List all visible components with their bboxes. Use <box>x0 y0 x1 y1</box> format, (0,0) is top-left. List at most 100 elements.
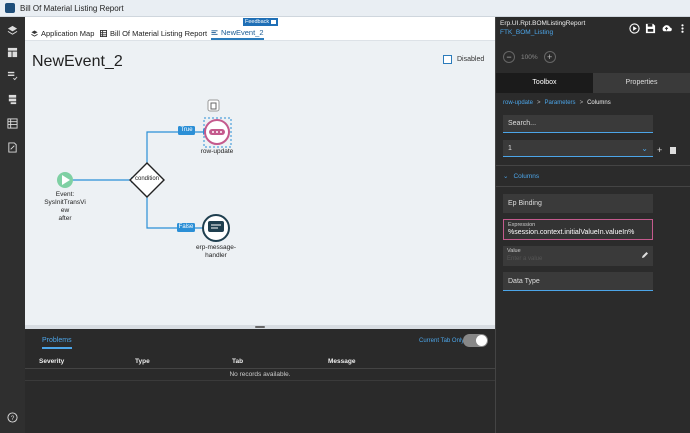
false-label: False <box>178 224 194 230</box>
feedback-label: Feedback <box>245 19 270 25</box>
true-label: True <box>180 127 193 133</box>
handler-label: erp-message- handler <box>190 244 242 260</box>
condition-label: condition <box>134 176 160 182</box>
column-severity[interactable]: Severity <box>39 358 64 365</box>
panel-title: Erp.UI.Rpt.BOMListingReport <box>500 20 586 27</box>
section-label: Columns <box>513 172 540 180</box>
tab-application-map[interactable]: Application Map <box>31 27 94 40</box>
zoom-out-button[interactable]: − <box>503 51 515 63</box>
zoom-value: 100% <box>521 53 538 61</box>
document-tabs: Application Map Bill Of Material Listing… <box>25 17 495 41</box>
value-placeholder: Enter a value <box>507 256 543 262</box>
layers-icon[interactable] <box>7 25 18 36</box>
breadcrumb-columns: Columns <box>587 100 611 106</box>
label-line: ew <box>60 207 70 214</box>
label-line: Event: <box>55 191 75 198</box>
column-tab[interactable]: Tab <box>232 358 243 365</box>
dot <box>216 131 218 133</box>
select-actions: + <box>657 145 677 155</box>
panel-header: Erp.UI.Rpt.BOMListingReport FTK_BOM_List… <box>496 17 690 41</box>
tab-label: NewEvent_2 <box>221 28 264 37</box>
zoom-in-button[interactable]: + <box>543 51 556 63</box>
comment-icon <box>271 20 277 24</box>
search-input[interactable]: Search... <box>503 115 653 133</box>
data-type-field[interactable]: Data Type <box>503 272 653 291</box>
label-line: after <box>58 215 72 222</box>
message-icon <box>208 221 224 232</box>
tab-label: Application Map <box>41 29 95 38</box>
expression-value[interactable]: %session.context.initialValueIn.valueIn% <box>508 229 648 236</box>
chevron-down-icon: ⌄ <box>503 173 509 180</box>
grid-icon <box>100 30 107 37</box>
save-icon[interactable] <box>645 23 656 34</box>
breadcrumb-separator: > <box>579 100 584 106</box>
chevron-down-icon: ⌄ <box>641 143 648 153</box>
expression-field[interactable]: Expression %session.context.initialValue… <box>503 219 653 240</box>
run-icon[interactable] <box>629 23 640 34</box>
window-title: Bill Of Material Listing Report <box>20 3 124 13</box>
tab-label: Bill Of Material Listing Report <box>110 29 208 38</box>
row-update-label: row-update <box>200 148 234 155</box>
tab-bom-listing-report[interactable]: Bill Of Material Listing Report <box>100 27 207 40</box>
tab-problems[interactable]: Problems <box>42 337 72 349</box>
table-header: Severity Type Tab Message <box>25 353 495 369</box>
dot <box>220 131 222 133</box>
ep-binding-label: Ep Binding <box>508 200 542 207</box>
select-value: 1 <box>508 144 512 152</box>
data-type-label: Data Type <box>508 278 540 285</box>
properties-panel: Erp.UI.Rpt.BOMListingReport FTK_BOM_List… <box>495 17 690 433</box>
data-icon[interactable] <box>7 94 18 105</box>
columns-section-header[interactable]: ⌄ Columns <box>496 165 690 187</box>
tab-properties[interactable]: Properties <box>593 73 690 93</box>
tab-newevent[interactable]: NewEvent_2 <box>211 27 264 40</box>
breadcrumb-separator: > <box>537 100 541 106</box>
trash-icon[interactable] <box>670 147 677 154</box>
breadcrumb-row-update[interactable]: row-update <box>503 100 533 106</box>
search-placeholder: Search... <box>508 120 537 127</box>
window-titlebar: Bill Of Material Listing Report <box>0 0 690 17</box>
layout-icon[interactable] <box>7 47 18 58</box>
value-label: Value <box>507 248 521 254</box>
upload-icon[interactable] <box>661 23 672 34</box>
ep-binding-field[interactable]: Ep Binding <box>503 194 653 213</box>
svg-text:?: ? <box>11 415 15 422</box>
panel-subtitle[interactable]: FTK_BOM_Listing <box>500 29 553 36</box>
panel-tabs: Toolbox Properties <box>496 73 690 93</box>
empty-message: No records available. <box>229 371 291 378</box>
layers-icon <box>31 30 38 37</box>
empty-row: No records available. <box>25 369 495 381</box>
flow-diagram <box>57 99 232 242</box>
start-node-label: Event: SysInitTransVi ew after <box>44 191 86 223</box>
feedback-button[interactable]: Feedback <box>243 18 279 26</box>
false-connector <box>146 197 205 229</box>
zoom-control: − 100% + <box>503 51 556 63</box>
dot <box>212 131 214 133</box>
breadcrumb: row-update > Parameters > Columns <box>503 100 611 106</box>
tab-toolbox[interactable]: Toolbox <box>496 73 593 93</box>
toggle-knob <box>476 335 487 346</box>
app-icon <box>5 3 15 13</box>
column-select[interactable]: 1 ⌄ <box>503 140 653 157</box>
event-canvas[interactable]: NewEvent_2 Disabled Event: SysInitTransV… <box>25 41 495 325</box>
column-type[interactable]: Type <box>135 358 150 365</box>
breadcrumb-parameters[interactable]: Parameters <box>545 100 576 106</box>
grid-icon[interactable] <box>7 118 18 129</box>
current-tab-only-label: Current Tab Only <box>419 338 465 344</box>
label-line: erp-message- <box>195 244 237 251</box>
event-icon <box>211 30 218 35</box>
main-area: Application Map Bill Of Material Listing… <box>25 17 495 433</box>
add-icon[interactable]: + <box>657 145 662 155</box>
value-field[interactable]: Value Enter a value <box>503 246 653 266</box>
expression-label: Expression <box>508 222 536 228</box>
problems-table: Severity Type Tab Message No records ava… <box>25 353 495 381</box>
list-check-icon[interactable] <box>7 70 18 81</box>
document-edit-icon[interactable] <box>7 142 18 153</box>
label-line: SysInitTransVi <box>44 199 86 206</box>
current-tab-only-toggle[interactable] <box>463 334 488 347</box>
splitter-grip[interactable] <box>255 326 265 328</box>
label-line: handler <box>205 252 227 259</box>
column-message[interactable]: Message <box>328 358 355 365</box>
pencil-icon[interactable] <box>641 251 649 259</box>
more-vertical-icon[interactable] <box>677 23 688 34</box>
help-icon[interactable]: ? <box>7 412 18 423</box>
